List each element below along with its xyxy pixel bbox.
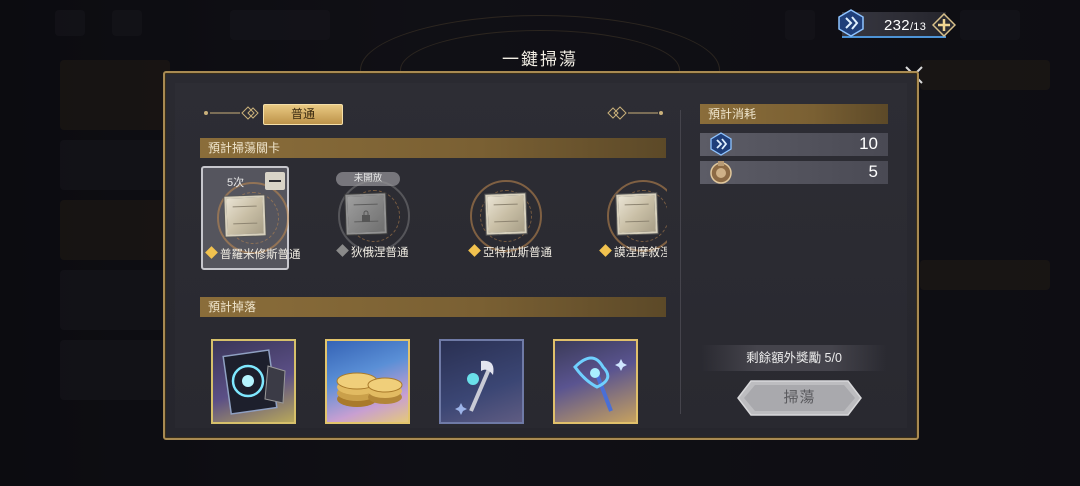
stage-card-mnemosyne[interactable]: 謨涅摩敘涅普通 — [597, 174, 667, 278]
stamina-count: 232/13 — [884, 17, 927, 34]
stage-name: 狄俄涅普通 — [334, 244, 454, 260]
stages-section-title: 預計掃蕩關卡 — [200, 138, 666, 158]
tab-normal[interactable]: 普通 — [263, 104, 343, 125]
cost-row-ticket: 5 — [700, 161, 888, 184]
sweep-button-label: 掃蕩 — [783, 389, 816, 406]
add-stamina-button[interactable] — [932, 13, 956, 37]
drop-item-silver-wand[interactable] — [439, 339, 524, 424]
relic-card-icon — [222, 349, 286, 415]
diamond-icon — [336, 244, 349, 257]
stage-map-image — [485, 193, 527, 235]
silver-wand-icon — [455, 360, 494, 415]
diamond-icon — [468, 244, 481, 257]
stage-card-dione[interactable]: 未開放 狄俄涅普通 — [334, 172, 422, 278]
ornament-right-icon — [607, 106, 663, 120]
sweep-count: 5次 — [227, 177, 245, 189]
bonus-reward-status: 剩餘額外獎勵 5/0 — [701, 345, 887, 371]
stage-name: 普羅米修斯普通 — [203, 246, 323, 262]
stamina-cost-value: 10 — [859, 134, 878, 153]
stamina-counter: 232/13 — [836, 8, 956, 42]
decrease-count-button[interactable] — [265, 172, 285, 190]
stage-name: 謨涅摩敘涅普通 — [597, 244, 667, 260]
ticket-cost-value: 5 — [868, 162, 878, 181]
cost-section-title: 預計消耗 — [700, 104, 888, 124]
lock-icon — [362, 210, 370, 222]
stage-card-atlas[interactable]: 亞特拉斯普通 — [466, 174, 554, 278]
drop-item-relic[interactable] — [211, 339, 296, 424]
drop-item-coins[interactable] — [325, 339, 410, 424]
sweep-ticket-icon — [710, 161, 732, 184]
stage-map-image — [616, 193, 658, 235]
cost-row-stamina: 10 — [700, 132, 888, 156]
gold-coins-icon — [336, 372, 403, 407]
diamond-icon — [205, 246, 218, 259]
stamina-icon — [710, 132, 732, 156]
stage-name: 亞特拉斯普通 — [466, 244, 586, 260]
ornament-left-icon — [204, 106, 259, 120]
blue-wand-icon — [573, 356, 627, 412]
stage-card-prometheus[interactable]: 5次 普羅米修斯普通 — [201, 166, 301, 270]
stage-map-image — [224, 195, 266, 237]
drop-item-blue-wand[interactable] — [553, 339, 638, 424]
column-divider — [680, 110, 681, 414]
drops-section-title: 預計掉落 — [200, 297, 666, 317]
diamond-icon — [599, 244, 612, 257]
sweep-button[interactable]: 掃蕩 — [737, 380, 862, 416]
stamina-icon — [838, 9, 864, 37]
